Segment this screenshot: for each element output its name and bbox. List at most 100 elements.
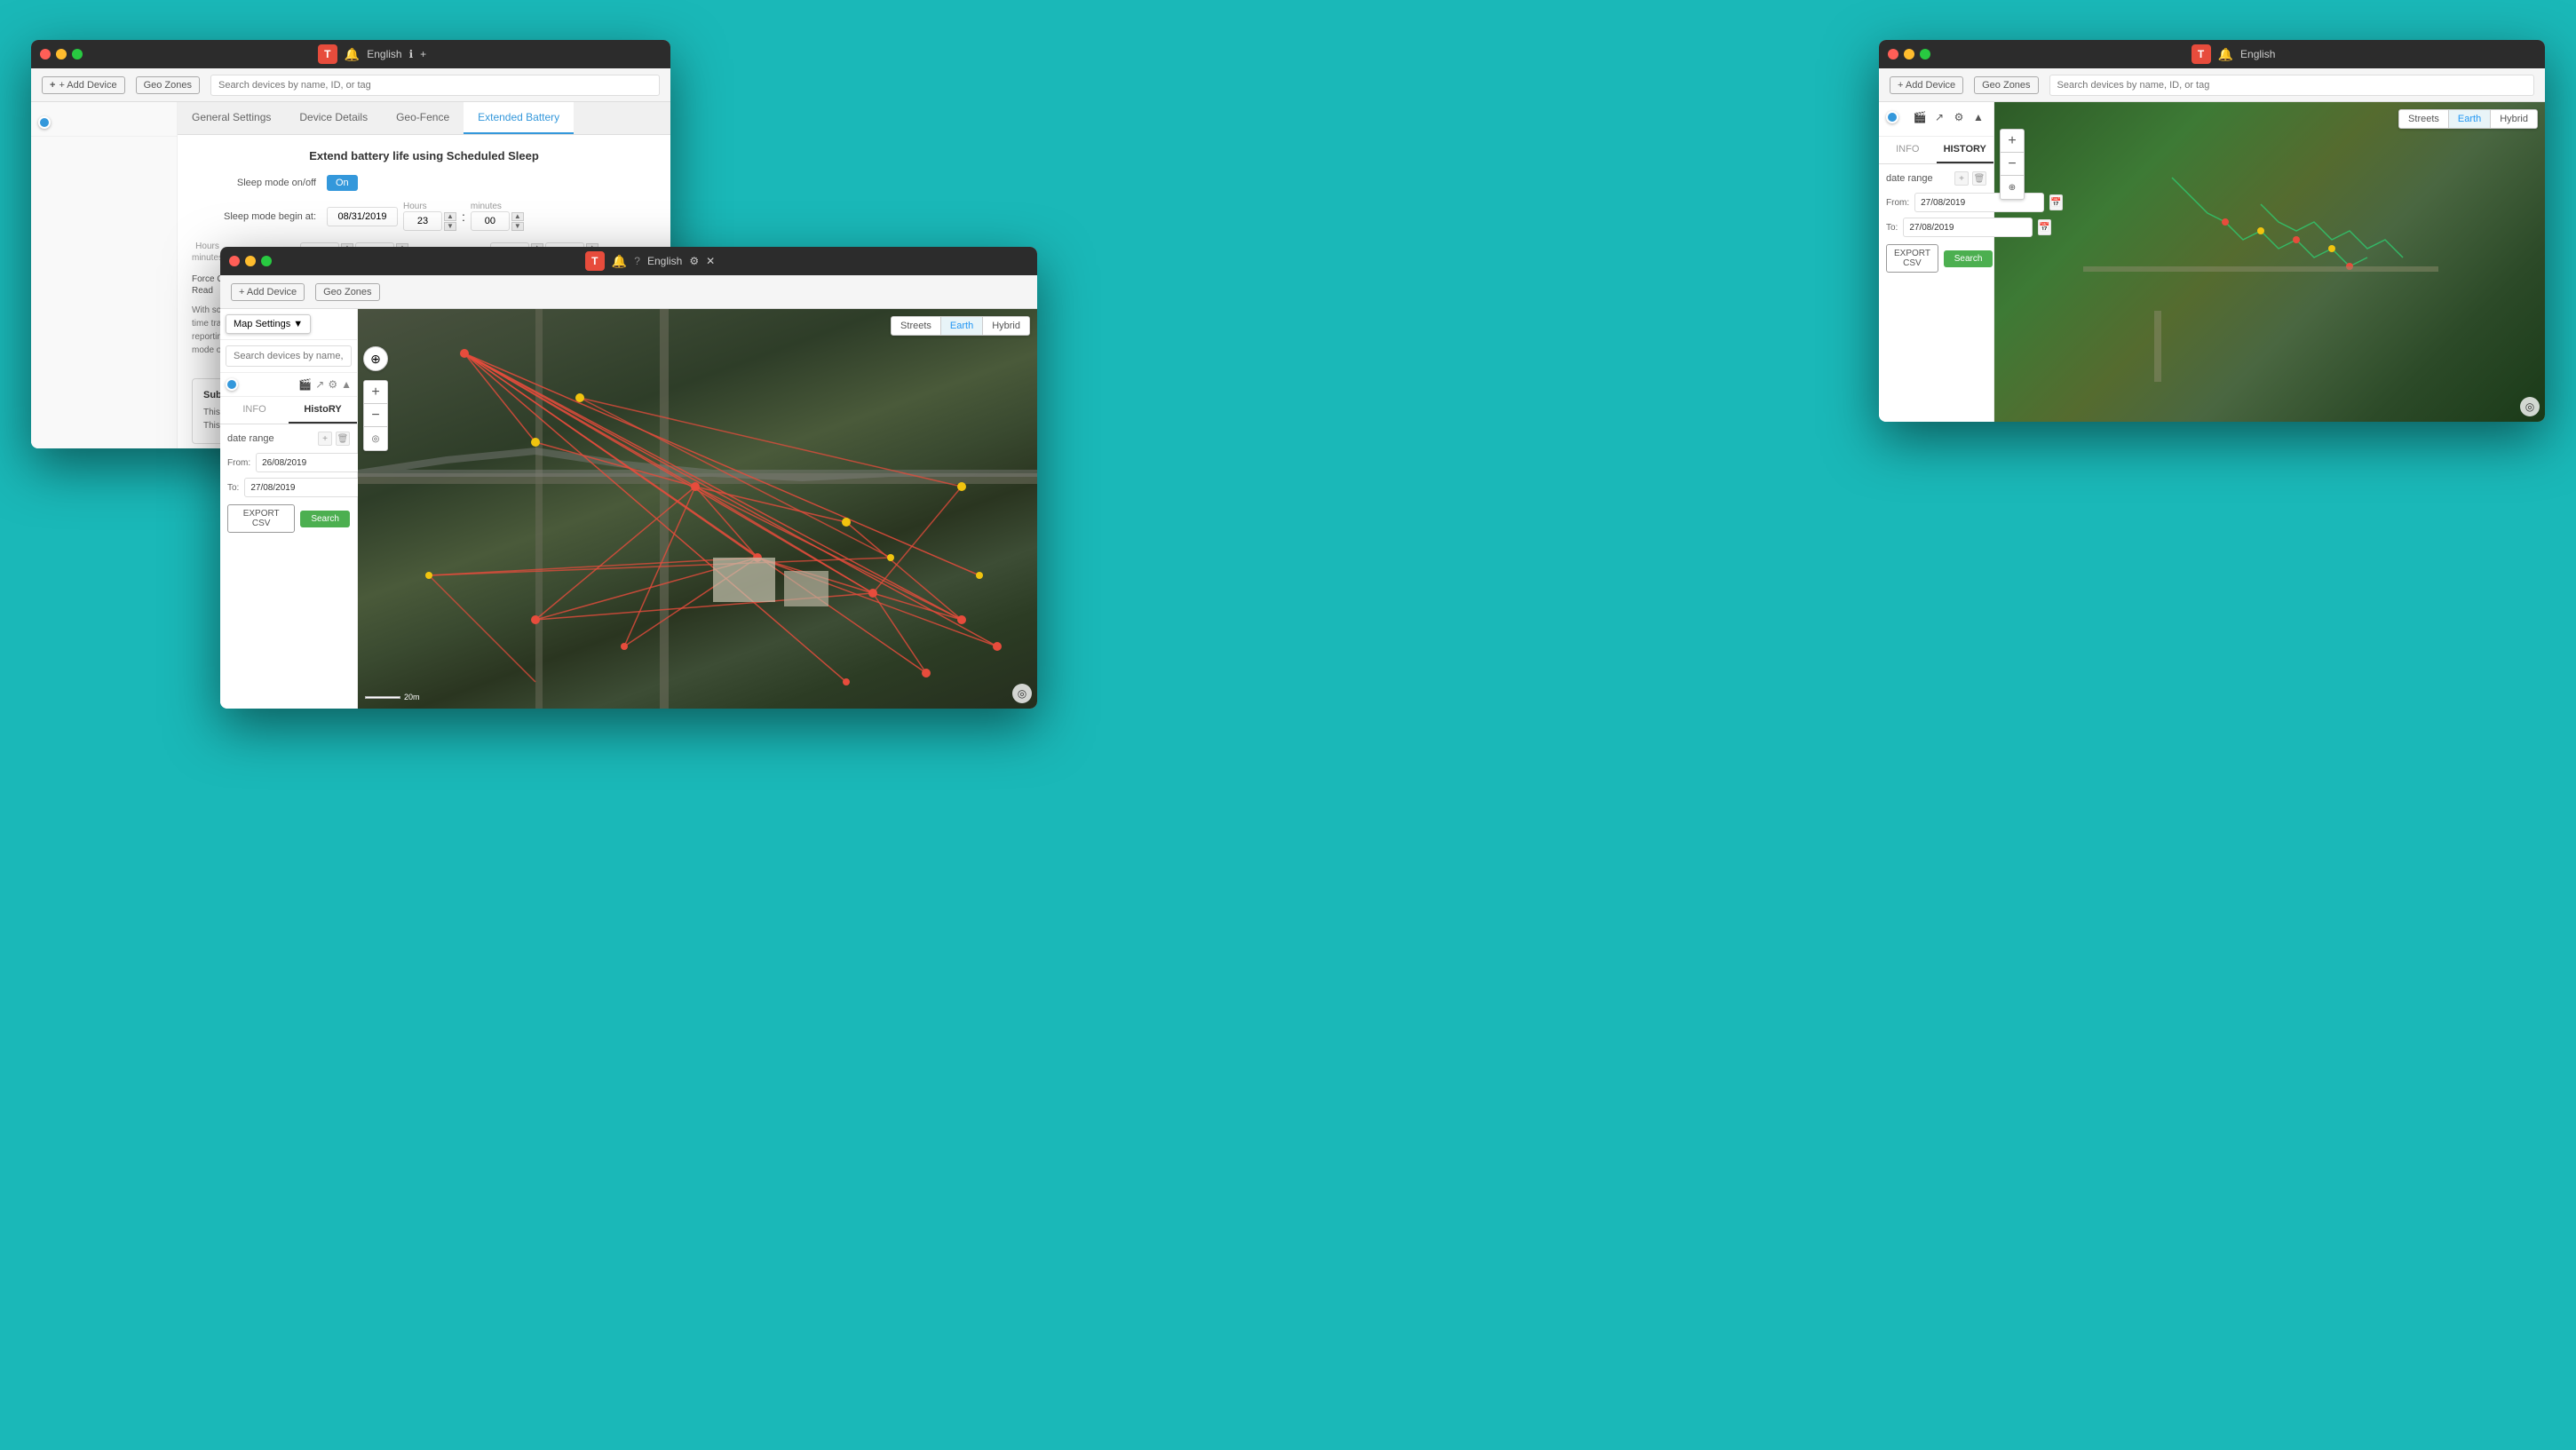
language-selector[interactable]: English: [367, 48, 401, 60]
add-date-icon[interactable]: +: [1954, 171, 1969, 186]
device-search-input-3[interactable]: [226, 345, 352, 367]
maximize-button-3[interactable]: [261, 256, 272, 266]
titlebar-nav: T 🔔 English ℹ +: [83, 44, 662, 64]
close-button[interactable]: [40, 49, 51, 59]
minimize-button-2[interactable]: [1904, 49, 1914, 59]
search-button-3[interactable]: Search: [300, 511, 350, 527]
device-sidebar: [31, 102, 178, 448]
map-area-container-3: Map Settings ▼ 🎬 ↗ ⚙ ▲ INFO HistoRY: [220, 309, 1037, 709]
zoom-in-2[interactable]: +: [2001, 130, 2024, 153]
tab-device-details[interactable]: Device Details: [285, 102, 382, 134]
language-selector-3[interactable]: English: [647, 255, 682, 267]
map-main-window: T 🔔 ? English ⚙ ✕ + Add Device Geo Zones…: [220, 247, 1037, 709]
minutes-down[interactable]: ▼: [511, 222, 524, 231]
close-button-2[interactable]: [1888, 49, 1898, 59]
compass-3: ◎: [1012, 684, 1032, 703]
compass-2: ◎: [2520, 397, 2540, 416]
tab-info-3[interactable]: INFO: [220, 397, 289, 424]
minimize-button-3[interactable]: [245, 256, 256, 266]
video-icon-3[interactable]: 🎬: [298, 378, 312, 391]
help-icon[interactable]: ℹ: [409, 48, 414, 60]
location-button-3[interactable]: ⊕: [363, 346, 388, 371]
bell-icon-3[interactable]: 🔔: [612, 254, 627, 269]
tab-extended-battery[interactable]: Extended Battery: [464, 102, 574, 134]
help-icon-3[interactable]: ?: [634, 255, 640, 267]
tab-history-2[interactable]: HISTORY: [1937, 137, 1994, 163]
hours-up[interactable]: ▲: [444, 212, 456, 221]
minutes-up[interactable]: ▲: [511, 212, 524, 221]
geo-zones-button-2[interactable]: Geo Zones: [1974, 76, 2038, 94]
zoom-out-2[interactable]: −: [2001, 153, 2024, 176]
device-search-input-2[interactable]: [2049, 75, 2534, 96]
share-icon[interactable]: ↗: [1931, 109, 1947, 125]
action-buttons-2: EXPORT CSV Search: [1886, 244, 1986, 273]
hybrid-btn-2[interactable]: Hybrid: [2491, 110, 2537, 128]
close-button-3[interactable]: [229, 256, 240, 266]
share-icon-3[interactable]: ↗: [315, 378, 324, 391]
video-icon[interactable]: 🎬: [1912, 109, 1928, 125]
search-area-3: [220, 340, 357, 373]
hours-down[interactable]: ▼: [444, 222, 456, 231]
close-icon-3[interactable]: ✕: [706, 255, 715, 267]
sleep-begin-label: Sleep mode begin at:: [192, 211, 316, 222]
device-item-3[interactable]: 🎬 ↗ ⚙ ▲: [220, 373, 357, 397]
add-device-button[interactable]: + + Add Device: [42, 76, 125, 94]
tab-history-3[interactable]: HistoRY: [289, 397, 357, 424]
hours-group: Hours ▲ ▼: [403, 202, 456, 231]
minimize-button[interactable]: [56, 49, 67, 59]
hybrid-btn-3[interactable]: Hybrid: [983, 317, 1029, 335]
device-item[interactable]: [31, 109, 177, 137]
search-button-2[interactable]: Search: [1944, 250, 1993, 267]
zoom-reset-2[interactable]: ⊕: [2001, 176, 2024, 199]
zoom-out-3[interactable]: −: [364, 404, 387, 427]
to-date-input-3[interactable]: [244, 478, 374, 497]
bell-icon-2[interactable]: 🔔: [2218, 47, 2233, 62]
settings-icon[interactable]: ⚙: [1951, 109, 1967, 125]
settings-icon-3[interactable]: ⚙: [689, 255, 699, 267]
maximize-button[interactable]: [72, 49, 83, 59]
add-device-button-3[interactable]: + Add Device: [231, 283, 305, 301]
add-device-button-2[interactable]: + Add Device: [1890, 76, 1963, 94]
geo-zones-button-3[interactable]: Geo Zones: [315, 283, 379, 301]
device-icons-row: 🎬 ↗ ⚙ ▲: [1886, 109, 1986, 125]
streets-btn-2[interactable]: Streets: [2399, 110, 2449, 128]
tab-geo-fence[interactable]: Geo-Fence: [382, 102, 464, 134]
earth-btn-3[interactable]: Earth: [941, 317, 983, 335]
sleep-mode-toggle[interactable]: On: [327, 175, 358, 191]
tab-general-settings[interactable]: General Settings: [178, 102, 285, 134]
delete-date-icon-3[interactable]: 🗑: [336, 432, 350, 446]
map-view-3[interactable]: Streets Earth Hybrid ⊕ + − ◎: [358, 309, 1037, 709]
zoom-compass-3[interactable]: ◎: [364, 427, 387, 450]
geo-zones-button[interactable]: Geo Zones: [136, 76, 200, 94]
map-settings-button[interactable]: Map Settings ▼: [226, 314, 311, 334]
map-tracks-svg-2: [1994, 102, 2545, 422]
add-icon[interactable]: +: [420, 48, 426, 60]
settings-icon-device-3[interactable]: ⚙: [328, 378, 337, 391]
streets-btn-3[interactable]: Streets: [892, 317, 941, 335]
tab-info-2[interactable]: INFO: [1879, 137, 1937, 163]
map-area-container: 🎬 ↗ ⚙ ▲ INFO HISTORY date range +: [1879, 102, 2545, 422]
export-csv-button-3[interactable]: EXPORT CSV: [227, 504, 295, 533]
from-calendar-icon-2[interactable]: 📅: [2049, 194, 2062, 210]
info-history-tabs-3: INFO HistoRY: [220, 397, 357, 424]
from-date-input-2[interactable]: [1914, 193, 2044, 212]
expand-icon-3[interactable]: ▲: [341, 378, 352, 391]
device-search-input[interactable]: [210, 75, 660, 96]
zoom-controls-3: + − ◎: [363, 380, 388, 451]
to-calendar-icon-2[interactable]: 📅: [2038, 219, 2050, 235]
language-selector-2[interactable]: English: [2240, 48, 2275, 60]
to-date-row-3: To: 📅: [227, 478, 350, 497]
earth-btn-2[interactable]: Earth: [2449, 110, 2491, 128]
delete-date-icon[interactable]: 🗑: [1972, 171, 1986, 186]
maximize-button-2[interactable]: [1920, 49, 1930, 59]
add-date-icon-3[interactable]: +: [318, 432, 332, 446]
bell-icon[interactable]: 🔔: [345, 47, 360, 62]
plus-icon: +: [50, 80, 55, 91]
sleep-begin-minutes[interactable]: [471, 211, 510, 231]
to-date-input-2[interactable]: [1903, 218, 2033, 237]
expand-icon[interactable]: ▲: [1970, 109, 1986, 125]
zoom-in-3[interactable]: +: [364, 381, 387, 404]
export-csv-button-2[interactable]: EXPORT CSV: [1886, 244, 1938, 273]
sleep-begin-date[interactable]: [327, 207, 398, 226]
sleep-begin-hours[interactable]: [403, 211, 442, 231]
